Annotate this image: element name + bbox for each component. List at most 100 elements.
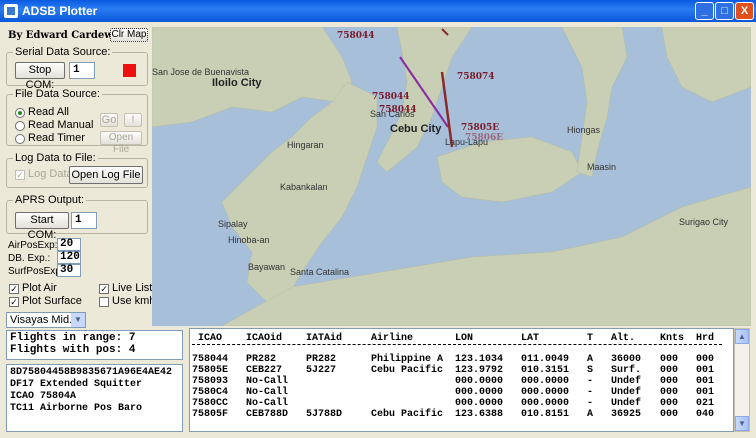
cell-lon: 000.0000 — [455, 387, 504, 398]
live-list-label: Live List — [112, 282, 153, 294]
cell-knts: 000 — [660, 365, 679, 376]
window-title: ADSB Plotter — [22, 4, 98, 18]
close-button[interactable]: X — [735, 2, 754, 20]
start-com-button[interactable]: Start COM: — [15, 212, 69, 241]
aprs-group-label: APRS Output: — [13, 194, 87, 206]
map-view[interactable]: San Jose de Buenavista Iloilo City Cebu … — [152, 27, 751, 326]
table-header: ICAO ICAOid IATAid Airline LON LAT T Alt… — [190, 333, 730, 344]
chevron-down-icon[interactable]: ▼ — [71, 313, 85, 327]
cell-iataid: PR282 — [306, 354, 337, 365]
col-lon: LON — [455, 333, 474, 344]
serial-port-field[interactable]: 1 — [69, 62, 95, 79]
cell-knts: 000 — [660, 398, 679, 409]
table-row[interactable]: 7580CC No-Call 000.0000 000.0000 - Undef 000 02… — [190, 398, 730, 409]
cell-hrd: 001 — [696, 365, 715, 376]
table-scrollbar[interactable]: ▲ ▼ — [734, 328, 750, 432]
read-manual-label: Read Manual — [28, 119, 94, 131]
author-label: By Edward Cardew © — [8, 30, 127, 41]
table-row[interactable]: 7580C4 No-Call 000.0000 000.0000 - Undef 000 00… — [190, 387, 730, 398]
surf-pos-exp-field[interactable]: 30 — [57, 264, 81, 277]
cell-alt: Undef — [611, 387, 642, 398]
aprs-port-field[interactable]: 1 — [71, 212, 97, 229]
cell-airline: Cebu Pacific — [371, 409, 444, 420]
serial-group-label: Serial Data Source: — [13, 46, 113, 58]
cell-icaoid: CEB227 — [246, 365, 283, 376]
table-row[interactable]: 758044 PR282 PR282 Philippine A 123.1034 011.… — [190, 354, 730, 365]
table-row[interactable]: 75805E CEB227 5J227 Cebu Pacific 123.9792 010… — [190, 365, 730, 376]
col-alt: Alt. — [611, 333, 636, 344]
read-manual-radio[interactable] — [15, 121, 25, 131]
message-tc: TC11 Airborne Pos Baro — [10, 403, 143, 414]
cell-icao: 7580CC — [192, 398, 229, 409]
cell-hrd: 040 — [696, 409, 715, 420]
serial-status-indicator — [123, 64, 136, 77]
log-data-checkbox[interactable]: ✓ — [15, 170, 25, 180]
aircraft-label[interactable]: 75805E — [461, 123, 499, 133]
read-timer-radio[interactable] — [15, 134, 25, 144]
scroll-down-icon[interactable]: ▼ — [735, 416, 749, 431]
cell-icaoid: No-Call — [246, 398, 289, 409]
aircraft-label[interactable]: 758044 — [379, 105, 417, 115]
air-pos-exp-label: AirPosExp: — [8, 240, 58, 251]
read-all-label: Read All — [28, 106, 69, 118]
minimize-button[interactable]: _ — [695, 2, 714, 20]
pause-button[interactable]: ! — [124, 113, 142, 127]
flight-table[interactable]: ICAO ICAOid IATAid Airline LON LAT T Alt… — [189, 328, 734, 432]
use-kmh-label: Use kmh — [112, 295, 156, 307]
live-list-checkbox[interactable]: ✓ — [99, 284, 109, 294]
aircraft-label[interactable]: 758074 — [457, 72, 495, 82]
message-decode-box[interactable]: 8D75804458B9835671A96E4AE42 DF17 Extende… — [6, 364, 183, 432]
cell-airline: Cebu Pacific — [371, 365, 444, 376]
map-label-maasin: Maasin — [587, 162, 617, 172]
col-lat: LAT — [521, 333, 540, 344]
cell-type: S — [587, 365, 594, 376]
map-label-surigao: Surigao City — [679, 217, 729, 227]
aircraft-label[interactable]: 75806E — [465, 133, 503, 143]
map-label-iloilo: Iloilo City — [212, 77, 262, 89]
map-label-bayawan: Bayawan — [248, 262, 286, 272]
cell-lat: 010.3151 — [521, 365, 570, 376]
raw-message: 8D75804458B9835671A96E4AE42 — [10, 367, 173, 378]
use-kmh-checkbox[interactable] — [99, 297, 109, 307]
air-pos-exp-field[interactable]: 20 — [57, 238, 81, 251]
cell-type: - — [587, 387, 594, 398]
open-log-file-button[interactable]: Open Log File — [69, 166, 143, 184]
aircraft-label[interactable]: 758044 — [337, 31, 375, 41]
cell-knts: 000 — [660, 409, 679, 420]
scroll-up-icon[interactable]: ▲ — [735, 329, 749, 344]
cell-lat: 010.8151 — [521, 409, 570, 420]
cell-alt: Surf. — [611, 365, 642, 376]
flight-summary-box: Flights in range: 7 Flights with pos: 4 — [6, 330, 183, 360]
plot-surface-checkbox[interactable]: ✓ — [9, 297, 19, 307]
open-file-button[interactable]: Open File — [100, 131, 142, 155]
cell-alt: 36925 — [611, 409, 642, 420]
col-airline: Airline — [371, 333, 414, 344]
cell-lon: 000.0000 — [455, 398, 504, 409]
plot-air-checkbox[interactable]: ✓ — [9, 284, 19, 294]
cell-icaoid: No-Call — [246, 376, 289, 387]
cell-hrd: 001 — [696, 376, 715, 387]
table-row[interactable]: 758093 No-Call 000.0000 000.0000 - Undef 000 00… — [190, 376, 730, 387]
cell-icao: 75805F — [192, 409, 229, 420]
cell-knts: 000 — [660, 387, 679, 398]
cell-lat: 000.0000 — [521, 387, 570, 398]
message-type: DF17 Extended Squitter — [10, 379, 143, 390]
maximize-button[interactable]: □ — [715, 2, 734, 20]
message-icao: ICAO 75804A — [10, 391, 77, 402]
cell-type: A — [587, 354, 594, 365]
clear-map-button[interactable]: Clr Map — [110, 28, 148, 42]
stop-com-button[interactable]: Stop COM: — [15, 62, 65, 91]
control-panel: By Edward Cardew © Clr Map Serial Data S… — [0, 22, 156, 328]
log-group: Log Data to File: ✓ Log Data Open Log Fi… — [6, 152, 148, 188]
go-button[interactable]: Go — [100, 113, 118, 127]
region-select-value: Visayas Mid. — [10, 314, 73, 326]
aircraft-label[interactable]: 758044 — [372, 92, 410, 102]
region-select[interactable]: Visayas Mid. ▼ — [6, 312, 86, 328]
cell-knts: 000 — [660, 376, 679, 387]
table-row[interactable]: 75805F CEB788D 5J788D Cebu Pacific 123.6388 0… — [190, 409, 730, 420]
cell-knts: 000 — [660, 354, 679, 365]
db-exp-field[interactable]: 120 — [57, 251, 81, 264]
read-all-radio[interactable] — [15, 108, 25, 118]
read-timer-label: Read Timer — [28, 132, 85, 144]
cell-type: - — [587, 376, 594, 387]
